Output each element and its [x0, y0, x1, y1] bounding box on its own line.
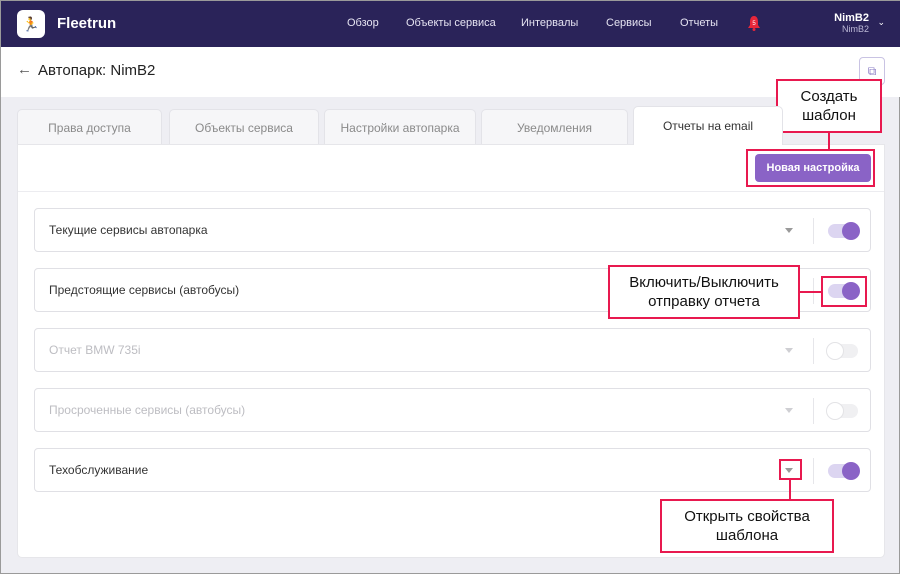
report-row: Текущие сервисы автопарка [34, 208, 871, 252]
tab-fleet-settings[interactable]: Настройки автопарка [324, 109, 476, 145]
divider [813, 338, 814, 364]
highlight-toggle [821, 276, 867, 307]
callout-line [828, 132, 830, 150]
user-name: NimB2 [834, 12, 869, 24]
tab-service-objects[interactable]: Объекты сервиса [169, 109, 319, 145]
fleetrun-logo-icon[interactable]: 🏃 [17, 10, 45, 38]
highlight-new-button [746, 149, 875, 187]
enable-toggle[interactable] [826, 342, 858, 360]
top-navbar: 🏃 Fleetrun Обзор Объекты сервиса Интерва… [1, 1, 900, 47]
tab-email-reports[interactable]: Отчеты на email [633, 106, 783, 145]
user-menu[interactable]: NimB2 NimB2 [834, 12, 869, 34]
report-row: Отчет BMW 735i [34, 328, 871, 372]
callout-line [798, 291, 822, 293]
dropdown-arrow-icon[interactable] [785, 408, 793, 413]
brand-name[interactable]: Fleetrun [57, 15, 116, 32]
report-name: Техобслуживание [49, 463, 149, 477]
tab-access-rights[interactable]: Права доступа [17, 109, 162, 145]
highlight-dropdown [779, 459, 802, 480]
callout-toggle: Включить/Выключить отправку отчета [608, 265, 800, 319]
callout-line [789, 479, 791, 500]
bell-icon[interactable]: 5 [747, 15, 761, 31]
report-name: Отчет BMW 735i [49, 343, 141, 357]
enable-toggle[interactable] [826, 402, 858, 420]
report-name: Предстоящие сервисы (автобусы) [49, 283, 240, 297]
dropdown-arrow-icon[interactable] [785, 348, 793, 353]
nav-services[interactable]: Сервисы [606, 17, 652, 29]
back-arrow-icon[interactable]: ← [17, 61, 32, 78]
callout-open-properties: Открыть свойства шаблона [660, 499, 834, 553]
page-title: Автопарк: NimB2 [38, 62, 156, 79]
chevron-down-icon[interactable]: ⌄ [877, 17, 885, 28]
page-header: ← Автопарк: NimB2 ⧉ [1, 47, 900, 97]
report-row: Просроченные сервисы (автобусы) [34, 388, 871, 432]
nav-intervals[interactable]: Интервалы [521, 17, 578, 29]
callout-create-template: Создать шаблон [776, 79, 882, 133]
enable-toggle[interactable] [828, 462, 860, 480]
enable-toggle[interactable] [828, 222, 860, 240]
dropdown-arrow-icon[interactable] [785, 228, 793, 233]
nav-overview[interactable]: Обзор [347, 17, 379, 29]
email-reports-panel: Новая настройка Текущие сервисы автопарк… [17, 144, 885, 558]
divider [813, 218, 814, 244]
report-row: Техобслуживание [34, 448, 871, 492]
divider [813, 398, 814, 424]
nav-reports[interactable]: Отчеты [680, 17, 718, 29]
tab-notifications[interactable]: Уведомления [481, 109, 628, 145]
nav-service-objects[interactable]: Объекты сервиса [406, 17, 496, 29]
account-name: NimB2 [841, 24, 869, 34]
report-name: Просроченные сервисы (автобусы) [49, 403, 246, 417]
divider [813, 458, 814, 484]
report-name: Текущие сервисы автопарка [49, 223, 208, 237]
